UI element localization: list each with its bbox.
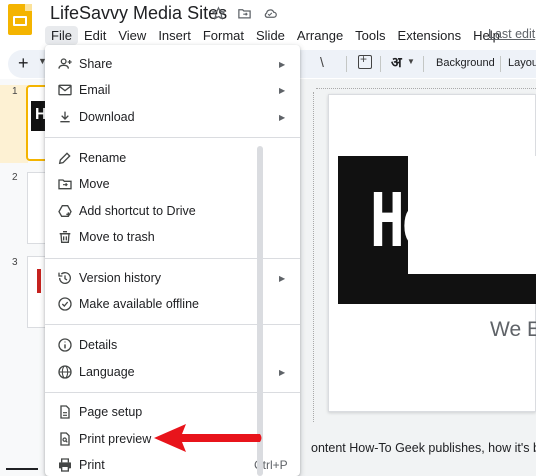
trash-icon — [57, 229, 73, 245]
menu-item-label: Page setup — [79, 405, 143, 419]
print-preview-icon — [57, 431, 73, 447]
menu-item-label: Rename — [79, 151, 127, 165]
slides-logo[interactable] — [8, 4, 32, 35]
line-tool-icon[interactable]: \ — [320, 54, 324, 70]
menu-view[interactable]: View — [112, 26, 152, 45]
menu-edit[interactable]: Edit — [78, 26, 112, 45]
background-button[interactable]: Background — [436, 57, 495, 69]
toolbar-divider — [423, 56, 424, 72]
offline-check-icon — [57, 296, 73, 312]
document-title[interactable]: LifeSavvy Media Sites — [50, 3, 227, 24]
info-icon — [57, 337, 73, 353]
vertical-ruler — [305, 92, 314, 422]
menu-item-label: Move — [79, 177, 110, 191]
star-icon[interactable] — [210, 5, 226, 21]
filmstrip-bottom-rule — [6, 468, 38, 470]
toolbar-divider — [346, 56, 347, 72]
toolbar-divider — [500, 56, 501, 72]
globe-icon — [57, 364, 73, 380]
submenu-arrow-icon: ▶ — [279, 85, 286, 95]
submenu-arrow-icon: ▶ — [279, 112, 286, 122]
add-comment-icon[interactable] — [358, 52, 372, 69]
menu-insert[interactable]: Insert — [152, 26, 197, 45]
submenu-arrow-icon: ▶ — [279, 273, 286, 283]
folder-move-icon — [57, 176, 73, 192]
person-add-icon — [57, 56, 73, 72]
move-to-folder-icon[interactable] — [236, 5, 252, 21]
menu-divider — [45, 137, 300, 138]
banner-logo-text: How- — [370, 178, 500, 264]
menu-item-label: Add shortcut to Drive — [79, 204, 196, 218]
menu-item-label: Print — [79, 458, 105, 472]
menu-item-label: Share — [79, 57, 113, 71]
menu-extensions[interactable]: Extensions — [392, 26, 468, 45]
input-tools-icon[interactable]: अ — [391, 53, 402, 72]
layout-label: Layout — [508, 57, 536, 69]
slide-banner-image[interactable]: How- — [338, 156, 536, 304]
slide-number: 3 — [12, 257, 18, 268]
menu-file[interactable]: File — [45, 25, 78, 45]
page-icon — [57, 404, 73, 420]
menu-format[interactable]: Format — [197, 26, 250, 45]
input-tools-caret-icon[interactable]: ▼ — [407, 57, 415, 66]
menu-item-label: Email — [79, 83, 111, 97]
submenu-arrow-icon: ▶ — [279, 367, 286, 377]
menu-tools[interactable]: Tools — [349, 26, 391, 45]
drive-shortcut-icon — [57, 203, 73, 219]
new-slide-icon[interactable]: + — [18, 53, 29, 74]
menu-item-label: Download — [79, 110, 135, 124]
menu-item-label: Print preview — [79, 432, 152, 446]
annotation-arrow-icon — [154, 424, 262, 452]
menu-item-download[interactable]: Download ▶ — [45, 104, 300, 130]
horizontal-ruler — [316, 80, 536, 89]
pencil-icon — [57, 150, 73, 166]
banner-text: How- — [370, 178, 500, 264]
layout-button[interactable]: Layout ▼ — [508, 57, 536, 69]
slide-number: 1 — [12, 86, 18, 97]
menu-item-label: Version history — [79, 271, 161, 285]
menu-bar: File Edit View Insert Format Slide Arran… — [45, 24, 506, 46]
slide-number: 2 — [12, 172, 18, 183]
download-icon — [57, 109, 73, 125]
menu-arrange[interactable]: Arrange — [291, 26, 349, 45]
menu-item-label: Language — [79, 365, 135, 379]
menu-item-label: Move to trash — [79, 230, 155, 244]
slides-logo-mark — [13, 16, 27, 26]
menu-item-label: Make available offline — [79, 297, 199, 311]
envelope-icon — [57, 82, 73, 98]
toolbar-divider — [380, 56, 381, 72]
menu-item-email[interactable]: Email ▶ — [45, 77, 300, 103]
menu-slide[interactable]: Slide — [250, 26, 291, 45]
slide-subtitle[interactable]: We E — [490, 318, 536, 342]
thumbnail-red-mark — [37, 269, 41, 293]
history-icon — [57, 270, 73, 286]
submenu-arrow-icon: ▶ — [279, 59, 286, 69]
speaker-notes-text[interactable]: ontent How-To Geek publishes, how it's b — [311, 441, 536, 455]
menu-item-label: Details — [79, 338, 118, 352]
cloud-status-icon[interactable] — [262, 5, 278, 21]
last-edit-link[interactable]: Last edit — [488, 27, 535, 41]
menu-item-share[interactable]: Share ▶ — [45, 51, 300, 77]
printer-icon — [57, 457, 73, 473]
